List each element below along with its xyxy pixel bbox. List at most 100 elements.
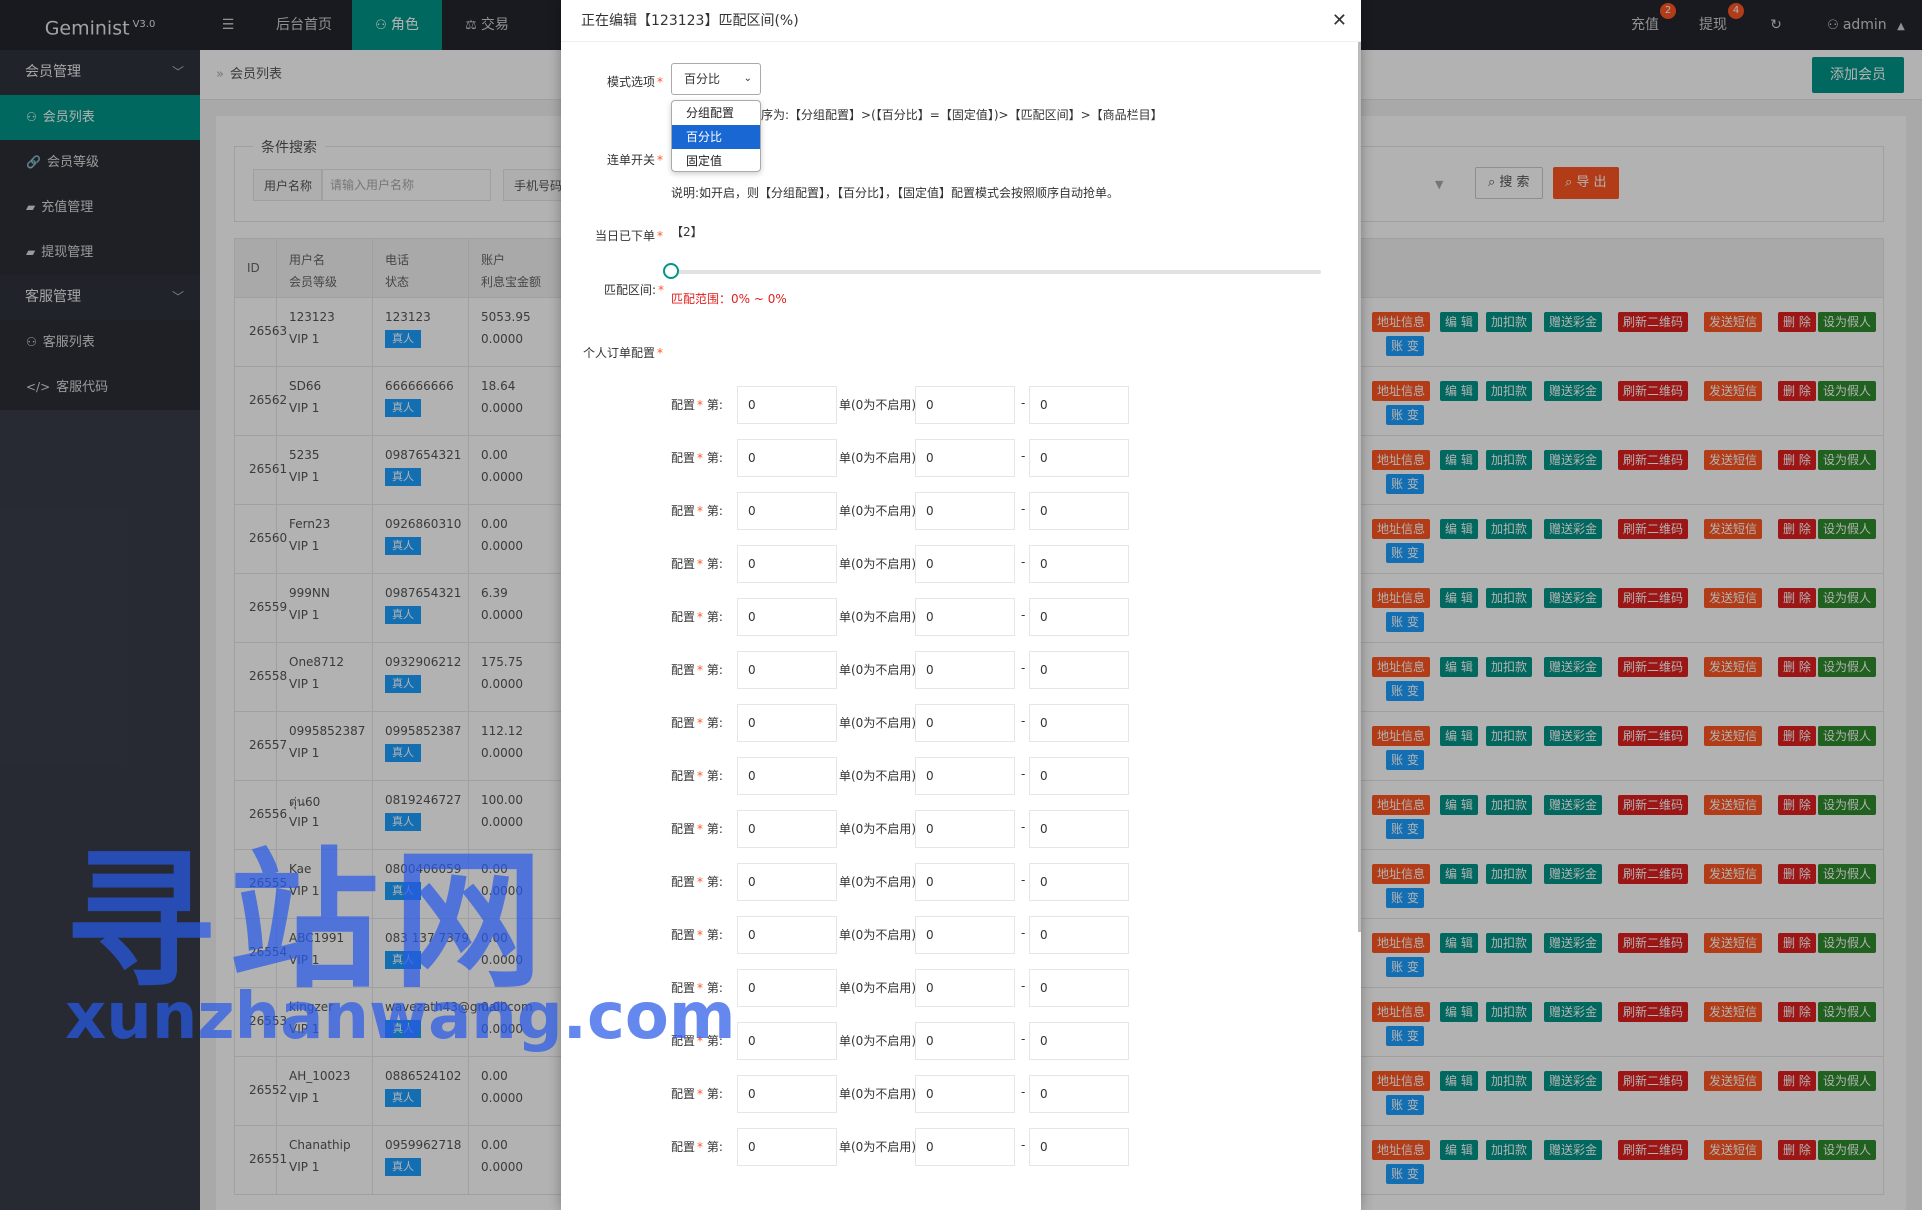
today-orders-label-text: 当日已下单 bbox=[595, 229, 656, 243]
range-min-input[interactable]: 0 bbox=[915, 916, 1015, 954]
close-icon[interactable]: ✕ bbox=[1332, 0, 1347, 42]
mode-dropdown: 分组配置 百分比 固定值 bbox=[671, 100, 761, 172]
config-prefix: 配置 bbox=[671, 928, 696, 942]
combo-note: 说明:如开启，则【分组配置】，【百分比】，【固定值】配置模式会按照顺序自动抢单。 bbox=[671, 186, 1120, 200]
mode-label: 模式选项 * bbox=[607, 73, 663, 90]
order-number-input[interactable]: 0 bbox=[737, 439, 837, 477]
mode-option-percent[interactable]: 百分比 bbox=[672, 125, 760, 149]
order-config-row: 配置 * 第: 0 单(0为不启用) 0-0 bbox=[561, 969, 1361, 1007]
range-max-input[interactable]: 0 bbox=[1029, 1022, 1129, 1060]
config-unit: 单(0为不启用) bbox=[839, 928, 916, 942]
config-prefix: 配置 bbox=[671, 769, 696, 783]
config-unit: 单(0为不启用) bbox=[839, 557, 916, 571]
range-min-input[interactable]: 0 bbox=[915, 810, 1015, 848]
config-label: 配置 * 第: bbox=[671, 502, 723, 519]
range-max-input[interactable]: 0 bbox=[1029, 810, 1129, 848]
required-mark: * bbox=[657, 346, 664, 360]
range-min-input[interactable]: 0 bbox=[915, 492, 1015, 530]
edit-modal: 正在编辑【123123】匹配区间(%) ✕ 模式选项 * 百分比 ⌄ 序为:【分组… bbox=[561, 0, 1361, 1210]
order-config-row: 配置 * 第: 0 单(0为不启用) 0-0 bbox=[561, 598, 1361, 636]
range-min-input[interactable]: 0 bbox=[915, 545, 1015, 583]
range-min-input[interactable]: 0 bbox=[915, 439, 1015, 477]
mode-select[interactable]: 百分比 ⌄ bbox=[671, 63, 761, 95]
config-nth: 第: bbox=[706, 875, 723, 889]
order-number-input[interactable]: 0 bbox=[737, 492, 837, 530]
required-mark: * bbox=[697, 504, 704, 518]
order-number-input[interactable]: 0 bbox=[737, 1022, 837, 1060]
required-mark: * bbox=[697, 1140, 704, 1154]
range-dash: - bbox=[1021, 714, 1026, 728]
order-number-input[interactable]: 0 bbox=[737, 863, 837, 901]
config-nth: 第: bbox=[706, 981, 723, 995]
slider-handle[interactable] bbox=[663, 263, 679, 279]
config-nth: 第: bbox=[706, 663, 723, 677]
order-number-input[interactable]: 0 bbox=[737, 704, 837, 742]
range-dash: - bbox=[1021, 555, 1026, 569]
range-min-input[interactable]: 0 bbox=[915, 1128, 1015, 1166]
range-max-input[interactable]: 0 bbox=[1029, 651, 1129, 689]
mode-option-fixed[interactable]: 固定值 bbox=[672, 149, 760, 171]
config-prefix: 配置 bbox=[671, 716, 696, 730]
range-min-input[interactable]: 0 bbox=[915, 651, 1015, 689]
config-nth: 第: bbox=[706, 557, 723, 571]
range-dash: - bbox=[1021, 926, 1026, 940]
order-number-input[interactable]: 0 bbox=[737, 1075, 837, 1113]
required-mark: * bbox=[697, 1034, 704, 1048]
config-label: 配置 * 第: bbox=[671, 1138, 723, 1155]
config-prefix: 配置 bbox=[671, 822, 696, 836]
range-min-input[interactable]: 0 bbox=[915, 704, 1015, 742]
range-max-input[interactable]: 0 bbox=[1029, 492, 1129, 530]
config-nth: 第: bbox=[706, 451, 723, 465]
mode-option-group[interactable]: 分组配置 bbox=[672, 101, 760, 125]
range-max-input[interactable]: 0 bbox=[1029, 704, 1129, 742]
order-number-input[interactable]: 0 bbox=[737, 651, 837, 689]
range-max-input[interactable]: 0 bbox=[1029, 969, 1129, 1007]
range-max-input[interactable]: 0 bbox=[1029, 598, 1129, 636]
range-min-input[interactable]: 0 bbox=[915, 863, 1015, 901]
config-label: 配置 * 第: bbox=[671, 714, 723, 731]
required-mark: * bbox=[657, 75, 664, 89]
order-config-row: 配置 * 第: 0 单(0为不启用) 0-0 bbox=[561, 1128, 1361, 1166]
range-max-input[interactable]: 0 bbox=[1029, 439, 1129, 477]
required-mark: * bbox=[697, 451, 704, 465]
range-max-input[interactable]: 0 bbox=[1029, 863, 1129, 901]
range-min-input[interactable]: 0 bbox=[915, 386, 1015, 424]
range-max-input[interactable]: 0 bbox=[1029, 545, 1129, 583]
modal-scrollbar[interactable] bbox=[1358, 42, 1361, 932]
config-unit: 单(0为不启用) bbox=[839, 1087, 916, 1101]
range-min-input[interactable]: 0 bbox=[915, 1075, 1015, 1113]
range-min-input[interactable]: 0 bbox=[915, 757, 1015, 795]
config-nth: 第: bbox=[706, 769, 723, 783]
order-number-input[interactable]: 0 bbox=[737, 969, 837, 1007]
order-number-input[interactable]: 0 bbox=[737, 598, 837, 636]
range-min-input[interactable]: 0 bbox=[915, 598, 1015, 636]
range-min-input[interactable]: 0 bbox=[915, 969, 1015, 1007]
order-number-input[interactable]: 0 bbox=[737, 916, 837, 954]
config-label: 配置 * 第: bbox=[671, 661, 723, 678]
required-mark: * bbox=[697, 610, 704, 624]
order-number-input[interactable]: 0 bbox=[737, 757, 837, 795]
range-max-input[interactable]: 0 bbox=[1029, 916, 1129, 954]
required-mark: * bbox=[697, 875, 704, 889]
range-max-input[interactable]: 0 bbox=[1029, 386, 1129, 424]
config-nth: 第: bbox=[706, 716, 723, 730]
range-max-input[interactable]: 0 bbox=[1029, 1128, 1129, 1166]
range-min-input[interactable]: 0 bbox=[915, 1022, 1015, 1060]
config-prefix: 配置 bbox=[671, 557, 696, 571]
range-max-input[interactable]: 0 bbox=[1029, 1075, 1129, 1113]
order-number-input[interactable]: 0 bbox=[737, 386, 837, 424]
range-dash: - bbox=[1021, 608, 1026, 622]
config-prefix: 配置 bbox=[671, 504, 696, 518]
required-mark: * bbox=[697, 769, 704, 783]
match-range-slider[interactable] bbox=[671, 270, 1321, 274]
range-max-input[interactable]: 0 bbox=[1029, 757, 1129, 795]
order-number-input[interactable]: 0 bbox=[737, 1128, 837, 1166]
config-label: 配置 * 第: bbox=[671, 820, 723, 837]
config-unit: 单(0为不启用) bbox=[839, 610, 916, 624]
order-number-input[interactable]: 0 bbox=[737, 810, 837, 848]
order-number-input[interactable]: 0 bbox=[737, 545, 837, 583]
config-label: 配置 * 第: bbox=[671, 555, 723, 572]
range-dash: - bbox=[1021, 1085, 1026, 1099]
config-unit: 单(0为不启用) bbox=[839, 1034, 916, 1048]
config-unit: 单(0为不启用) bbox=[839, 875, 916, 889]
